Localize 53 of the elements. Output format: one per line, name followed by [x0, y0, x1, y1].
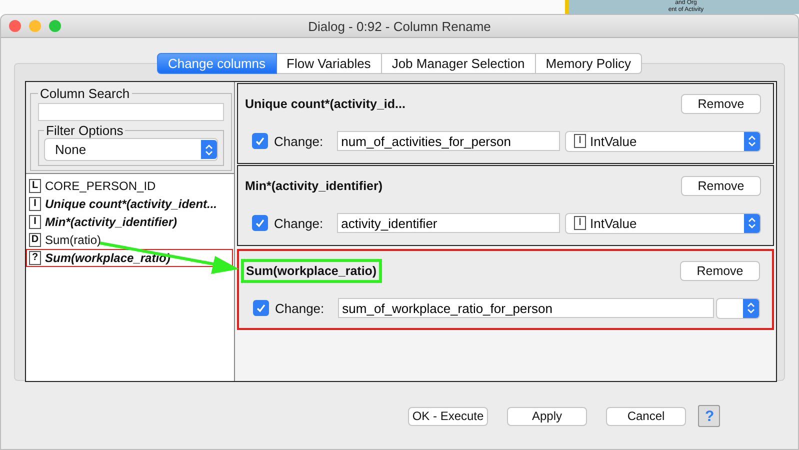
type-icon: I	[29, 197, 41, 211]
type-dropdown[interactable]: I IntValue	[565, 130, 761, 152]
column-list-item[interactable]: I Unique count*(activity_ident...	[26, 195, 233, 213]
column-name: Sum(ratio)	[45, 233, 102, 247]
change-label: Change:	[274, 216, 324, 230]
type-icon: ?	[29, 251, 41, 265]
tab[interactable]: Job Manager Selection	[382, 53, 536, 74]
stepper-icon	[744, 132, 760, 150]
type-icon: D	[29, 233, 41, 247]
card-title: Min*(activity_identifier)	[244, 178, 384, 195]
dialog-button[interactable]: Apply	[507, 406, 587, 426]
close-button[interactable]	[9, 20, 21, 32]
change-checkbox[interactable]	[252, 215, 268, 231]
remove-button[interactable]: Remove	[681, 94, 761, 114]
type-dropdown[interactable]	[716, 298, 760, 318]
stepper-icon	[744, 214, 760, 232]
new-name-field[interactable]: num_of_activities_for_person	[337, 131, 560, 151]
tab[interactable]: Change columns	[156, 53, 277, 74]
column-name: Unique count*(activity_ident...	[45, 197, 218, 211]
column-name: Min*(activity_identifier)	[45, 215, 178, 229]
column-list-item[interactable]: L CORE_PERSON_ID	[26, 177, 233, 195]
tab[interactable]: Flow Variables	[276, 53, 382, 74]
type-dropdown[interactable]: I IntValue	[565, 212, 761, 234]
filter-dropdown[interactable]: None	[44, 138, 218, 161]
group-label: Column Search	[39, 86, 131, 101]
dialog-button[interactable]: Cancel	[606, 406, 686, 426]
column-list-item[interactable]: ? Sum(workplace_ratio)	[26, 249, 233, 267]
remove-button[interactable]: Remove	[680, 261, 760, 281]
checkmark-icon	[255, 136, 265, 146]
card-title: Sum(workplace_ratio)	[241, 259, 382, 283]
search-field[interactable]	[38, 103, 224, 121]
window-title: Dialog - 0:92 - Column Rename	[308, 18, 491, 34]
column-list-item[interactable]: I Min*(activity_identifier)	[26, 213, 233, 231]
checkmark-icon	[256, 303, 266, 313]
dialog-button[interactable]: OK - Execute	[408, 406, 488, 426]
column-name: CORE_PERSON_ID	[45, 179, 156, 193]
new-name-field[interactable]: sum_of_workplace_ratio_for_person	[338, 298, 714, 318]
new-name-field[interactable]: activity_identifier	[337, 213, 560, 233]
column-list-item[interactable]: D Sum(ratio)	[26, 231, 233, 249]
type-icon: L	[29, 179, 41, 193]
change-label: Change:	[275, 300, 324, 316]
remove-button[interactable]: Remove	[681, 176, 761, 196]
type-icon: I	[29, 215, 41, 229]
group-label: Filter Options	[45, 123, 124, 138]
stepper-icon	[743, 298, 759, 318]
stepper-icon	[201, 140, 217, 159]
change-checkbox[interactable]	[252, 133, 268, 149]
checkmark-icon	[255, 218, 265, 228]
change-checkbox[interactable]	[253, 300, 269, 316]
column-name: Sum(workplace_ratio)	[45, 251, 170, 265]
change-label: Change:	[274, 134, 324, 148]
tab[interactable]: Memory Policy	[536, 53, 642, 74]
card-title: Unique count*(activity_id...	[244, 96, 406, 113]
